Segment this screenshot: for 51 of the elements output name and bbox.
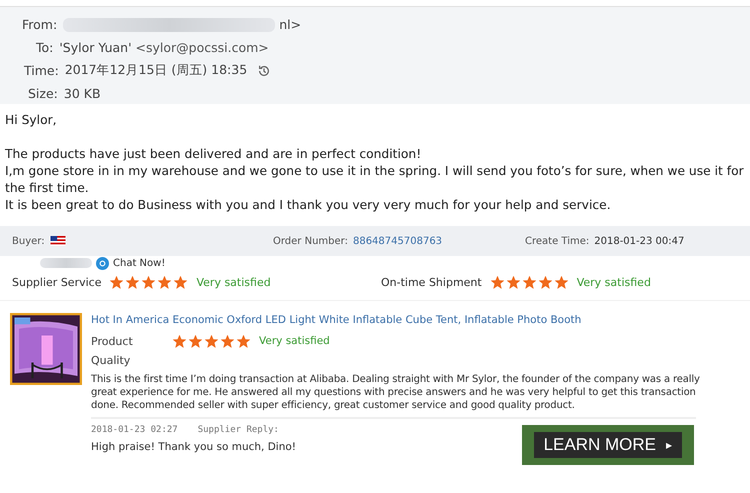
review-text: This is the first time I’m doing transaction at Alibaba. Dealing straight with Mr Sylor, the founder of the company was a really great experience for me. He answered all my questions with precise answers and he was very helpful to get this transaction done. Recommended seller with super efficiency, great customer service and good quality product. [91,373,701,412]
star-icon [172,334,187,348]
create-time-label: Create Time: [525,236,590,246]
sent-time: 2017年12月15日 (周五) 18:35 [64,62,248,79]
star-icon [173,274,188,290]
reply-time: 2018-01-23 02:27 [91,425,178,435]
flag-icon [50,236,66,246]
star-icon [538,274,553,290]
star-icon [522,274,537,290]
rating-label: Quality [91,353,132,369]
star-icon [506,274,521,290]
star-icon [141,274,156,290]
message-paragraph: It is been great to do Business with you and I thank you very very much for your help and service. [5,197,612,214]
to-label: To: [36,40,54,55]
order-number-label: Order Number: [273,236,348,246]
chat-icon[interactable] [96,256,109,270]
product-title-link[interactable]: Hot In America Economic Oxford LED Light White Inflatable Cube Tent, Inflatable Photo Booth [91,313,711,331]
size-label: Size: [28,86,58,101]
chat-now-link[interactable]: Chat Now! [113,258,166,268]
from-label: From: [22,17,58,32]
star-icon [554,274,569,290]
rating-label: Product [91,334,134,348]
rating-verdict: Very satisfied [259,335,330,347]
greeting-text: Hi Sylor, [5,112,58,129]
time-label: Time: [24,63,59,78]
buyer-label: Buyer: [12,236,45,246]
learn-more-button[interactable]: LEARN MORE ▸ [534,432,682,458]
message-paragraph: I,m gone store in in my warehouse and we gone to use it in the spring. I will send you foto’s for sure, when we use it for the first time. [5,163,744,197]
history-icon[interactable] [257,64,272,78]
supplier-reply-label: Supplier Reply: [198,425,279,435]
recipient-address: <sylor@pocssi.com> [136,40,269,55]
order-number-link[interactable]: 88648745708763 [352,236,442,246]
star-icon [490,274,505,290]
rating-verdict: Very satisfied [576,276,651,288]
rating-verdict: Very satisfied [196,276,271,288]
star-icon [109,274,124,290]
message-paragraph: The products have just been delivered and are in perfect condition! [5,146,422,163]
star-icon [220,334,235,348]
star-icon [204,334,219,348]
create-time: 2018-01-23 00:47 [594,236,684,246]
redacted-name [40,258,92,268]
reply-text: High praise! Thank you so much, Dino! [91,441,296,453]
recipient-name: 'Sylor Yuan' [59,40,132,55]
sender-address: nl> [279,17,302,32]
star-icon [188,334,203,348]
star-icon [236,334,251,348]
rating-label: On-time Shipment [381,276,482,288]
message-size: 30 KB [64,86,101,101]
rating-label: Supplier Service [12,276,102,288]
star-icon [125,274,140,290]
star-icon [157,274,172,290]
